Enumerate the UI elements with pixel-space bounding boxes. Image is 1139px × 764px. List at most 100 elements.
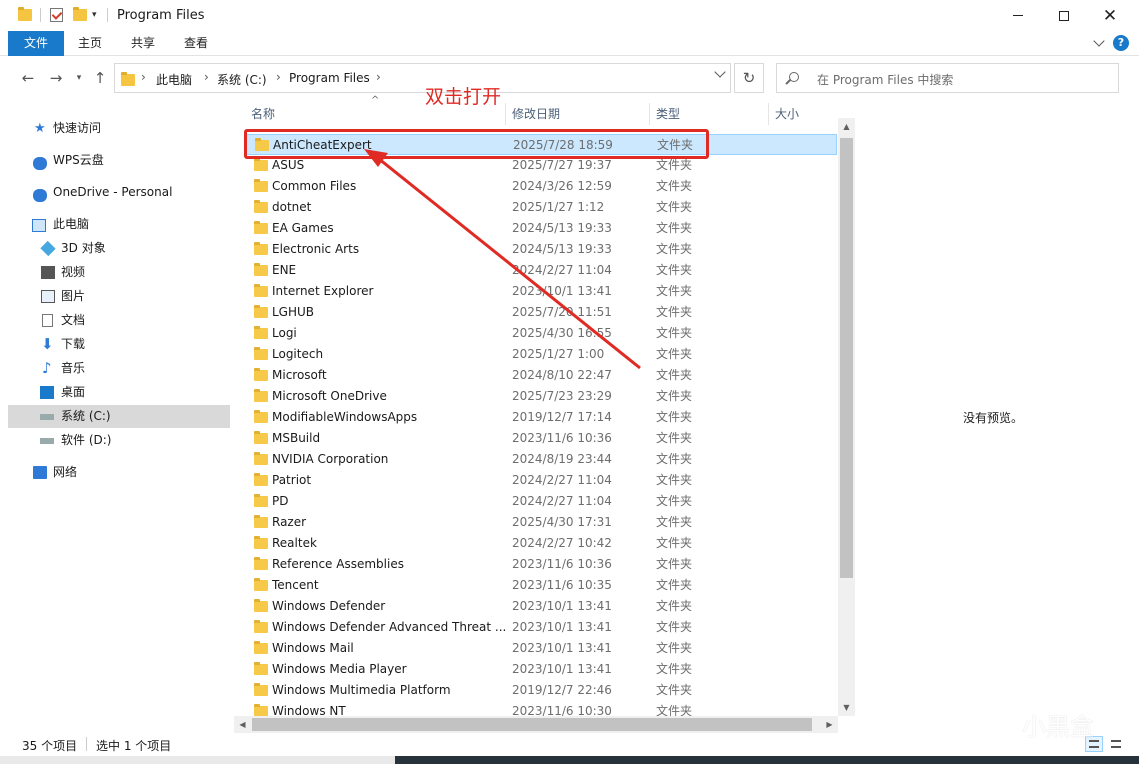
file-row[interactable]: ENE 2024/2/27 11:04 文件夹 [245, 260, 837, 281]
search-box[interactable]: 在 Program Files 中搜索 [776, 63, 1119, 93]
file-name: EA Games [272, 221, 334, 235]
sidebar-item-music[interactable]: ♪ 音乐 [8, 357, 230, 380]
file-name: Razer [272, 515, 307, 529]
maximize-button[interactable] [1041, 0, 1087, 31]
file-row[interactable]: Windows Media Player 2023/10/1 13:41 文件夹 [245, 659, 837, 680]
file-row[interactable]: Logitech 2025/1/27 1:00 文件夹 [245, 344, 837, 365]
breadcrumb-separator-icon[interactable]: › [141, 70, 146, 84]
scroll-down-arrow-icon[interactable]: ▼ [838, 699, 855, 716]
sidebar-item-documents[interactable]: 文档 [8, 309, 230, 332]
address-dropdown-button[interactable] [714, 66, 726, 78]
folder-icon [254, 641, 268, 654]
file-row[interactable]: EA Games 2024/5/13 19:33 文件夹 [245, 218, 837, 239]
file-row[interactable]: Windows NT 2023/11/6 10:30 文件夹 [245, 701, 837, 716]
file-name: Common Files [272, 179, 357, 193]
video-icon [41, 266, 55, 279]
star-icon: ★ [34, 121, 46, 136]
file-row[interactable]: PD 2024/2/27 11:04 文件夹 [245, 491, 837, 512]
sidebar-item-system-c[interactable]: 系统 (C:) [8, 405, 230, 428]
scroll-up-arrow-icon[interactable]: ▲ [838, 118, 855, 135]
folder-icon [254, 557, 268, 570]
file-row[interactable]: dotnet 2025/1/27 1:12 文件夹 [245, 197, 837, 218]
breadcrumb-program-files[interactable]: Program Files [289, 71, 370, 85]
file-row[interactable]: Realtek 2024/2/27 10:42 文件夹 [245, 533, 837, 554]
folder-icon [254, 452, 268, 465]
file-type: 文件夹 [656, 641, 693, 655]
sidebar-item-videos[interactable]: 视频 [8, 261, 230, 284]
sidebar-item-pictures[interactable]: 图片 [8, 285, 230, 308]
breadcrumb-this-pc[interactable]: 此电脑 [156, 71, 192, 88]
horizontal-scroll-thumb[interactable] [252, 718, 812, 731]
file-date: 2023/10/1 13:41 [512, 284, 612, 298]
breadcrumb-separator-icon[interactable]: › [276, 70, 281, 84]
sidebar-item-quick-access[interactable]: ★ 快速访问 [8, 117, 230, 140]
file-row[interactable]: Microsoft OneDrive 2025/7/23 23:29 文件夹 [245, 386, 837, 407]
sidebar-item-3d-objects[interactable]: 3D 对象 [8, 237, 230, 260]
file-row[interactable]: Internet Explorer 2023/10/1 13:41 文件夹 [245, 281, 837, 302]
download-icon: ⬇ [41, 335, 54, 353]
breadcrumb-separator-icon[interactable]: › [204, 70, 209, 84]
sidebar-item-label: 下载 [61, 337, 86, 351]
sidebar-item-network[interactable]: 网络 [8, 461, 230, 484]
properties-check-icon[interactable] [50, 7, 63, 23]
file-row[interactable]: Tencent 2023/11/6 10:35 文件夹 [245, 575, 837, 596]
file-row[interactable]: Reference Assemblies 2023/11/6 10:36 文件夹 [245, 554, 837, 575]
scroll-right-arrow-icon[interactable]: ▶ [821, 716, 838, 733]
file-date: 2024/2/27 11:04 [512, 263, 612, 277]
sidebar-item-onedrive[interactable]: OneDrive - Personal [8, 181, 230, 204]
file-type: 文件夹 [656, 263, 693, 277]
network-icon [33, 466, 47, 479]
file-row[interactable]: Windows Mail 2023/10/1 13:41 文件夹 [245, 638, 837, 659]
breadcrumb-separator-icon[interactable]: › [376, 70, 381, 84]
file-row[interactable]: Logi 2025/4/30 16:55 文件夹 [245, 323, 837, 344]
sidebar-item-desktop[interactable]: 桌面 [8, 381, 230, 404]
refresh-button[interactable]: ↻ [734, 63, 764, 93]
file-row[interactable]: Common Files 2024/3/26 12:59 文件夹 [245, 176, 837, 197]
sidebar-item-downloads[interactable]: ⬇ 下载 [8, 333, 230, 356]
recent-locations-button[interactable]: ▾ [70, 69, 88, 87]
back-button[interactable]: ← [19, 69, 37, 87]
breadcrumb-system-c[interactable]: 系统 (C:) [217, 71, 267, 88]
file-row[interactable]: LGHUB 2025/7/20 11:51 文件夹 [245, 302, 837, 323]
horizontal-scrollbar[interactable]: ◀ ▶ [234, 716, 838, 733]
file-row[interactable]: NVIDIA Corporation 2024/8/19 23:44 文件夹 [245, 449, 837, 470]
help-icon[interactable]: ? [1113, 35, 1129, 51]
file-row[interactable]: Windows Defender Advanced Threat ... 2023… [245, 617, 837, 638]
file-row[interactable]: Razer 2025/4/30 17:31 文件夹 [245, 512, 837, 533]
document-icon [42, 314, 53, 327]
minimize-button[interactable] [995, 0, 1041, 31]
column-date[interactable]: 修改日期 [501, 101, 645, 127]
tab-file[interactable]: 文件 [8, 31, 64, 56]
tab-share[interactable]: 共享 [117, 31, 169, 56]
tab-home[interactable]: 主页 [64, 31, 116, 56]
address-bar[interactable]: › 此电脑 › 系统 (C:) › Program Files › [114, 63, 731, 93]
sidebar-item-this-pc[interactable]: 此电脑 [8, 213, 230, 236]
file-date: 2025/1/27 1:12 [512, 200, 605, 214]
expand-ribbon-chevron-icon[interactable] [1093, 35, 1105, 47]
file-row[interactable]: Electronic Arts 2024/5/13 19:33 文件夹 [245, 239, 837, 260]
sidebar-item-software-d[interactable]: 软件 (D:) [8, 429, 230, 452]
file-date: 2023/11/6 10:30 [512, 704, 612, 716]
forward-button[interactable]: → [47, 69, 65, 87]
ribbon-controls: ? [1093, 35, 1129, 51]
new-folder-icon[interactable] [73, 7, 87, 23]
file-row[interactable]: Windows Multimedia Platform 2019/12/7 22:… [245, 680, 837, 701]
customize-toolbar-chevron-icon[interactable]: ▾ [92, 7, 97, 23]
status-bar: 35 个项目 选中 1 个项目 [0, 733, 1139, 756]
file-row[interactable]: Microsoft 2024/8/10 22:47 文件夹 [245, 365, 837, 386]
file-row[interactable]: MSBuild 2023/11/6 10:36 文件夹 [245, 428, 837, 449]
tab-view[interactable]: 查看 [170, 31, 222, 56]
sidebar-item-wps-cloud[interactable]: WPS云盘 [8, 149, 230, 172]
column-type[interactable]: 类型 [645, 101, 765, 127]
close-button[interactable]: ✕ [1087, 0, 1133, 31]
folder-icon[interactable] [18, 7, 32, 23]
search-input[interactable]: 在 Program Files 中搜索 [817, 71, 953, 88]
vertical-scrollbar[interactable]: ▲ ▼ [838, 118, 855, 716]
up-button[interactable]: ↑ [91, 69, 109, 87]
vertical-scroll-thumb[interactable] [840, 138, 853, 578]
scroll-left-arrow-icon[interactable]: ◀ [234, 716, 251, 733]
file-row[interactable]: Windows Defender 2023/10/1 13:41 文件夹 [245, 596, 837, 617]
file-row[interactable]: ModifiableWindowsApps 2019/12/7 17:14 文件夹 [245, 407, 837, 428]
column-size[interactable]: 大小 [764, 101, 834, 127]
file-row[interactable]: Patriot 2024/2/27 11:04 文件夹 [245, 470, 837, 491]
